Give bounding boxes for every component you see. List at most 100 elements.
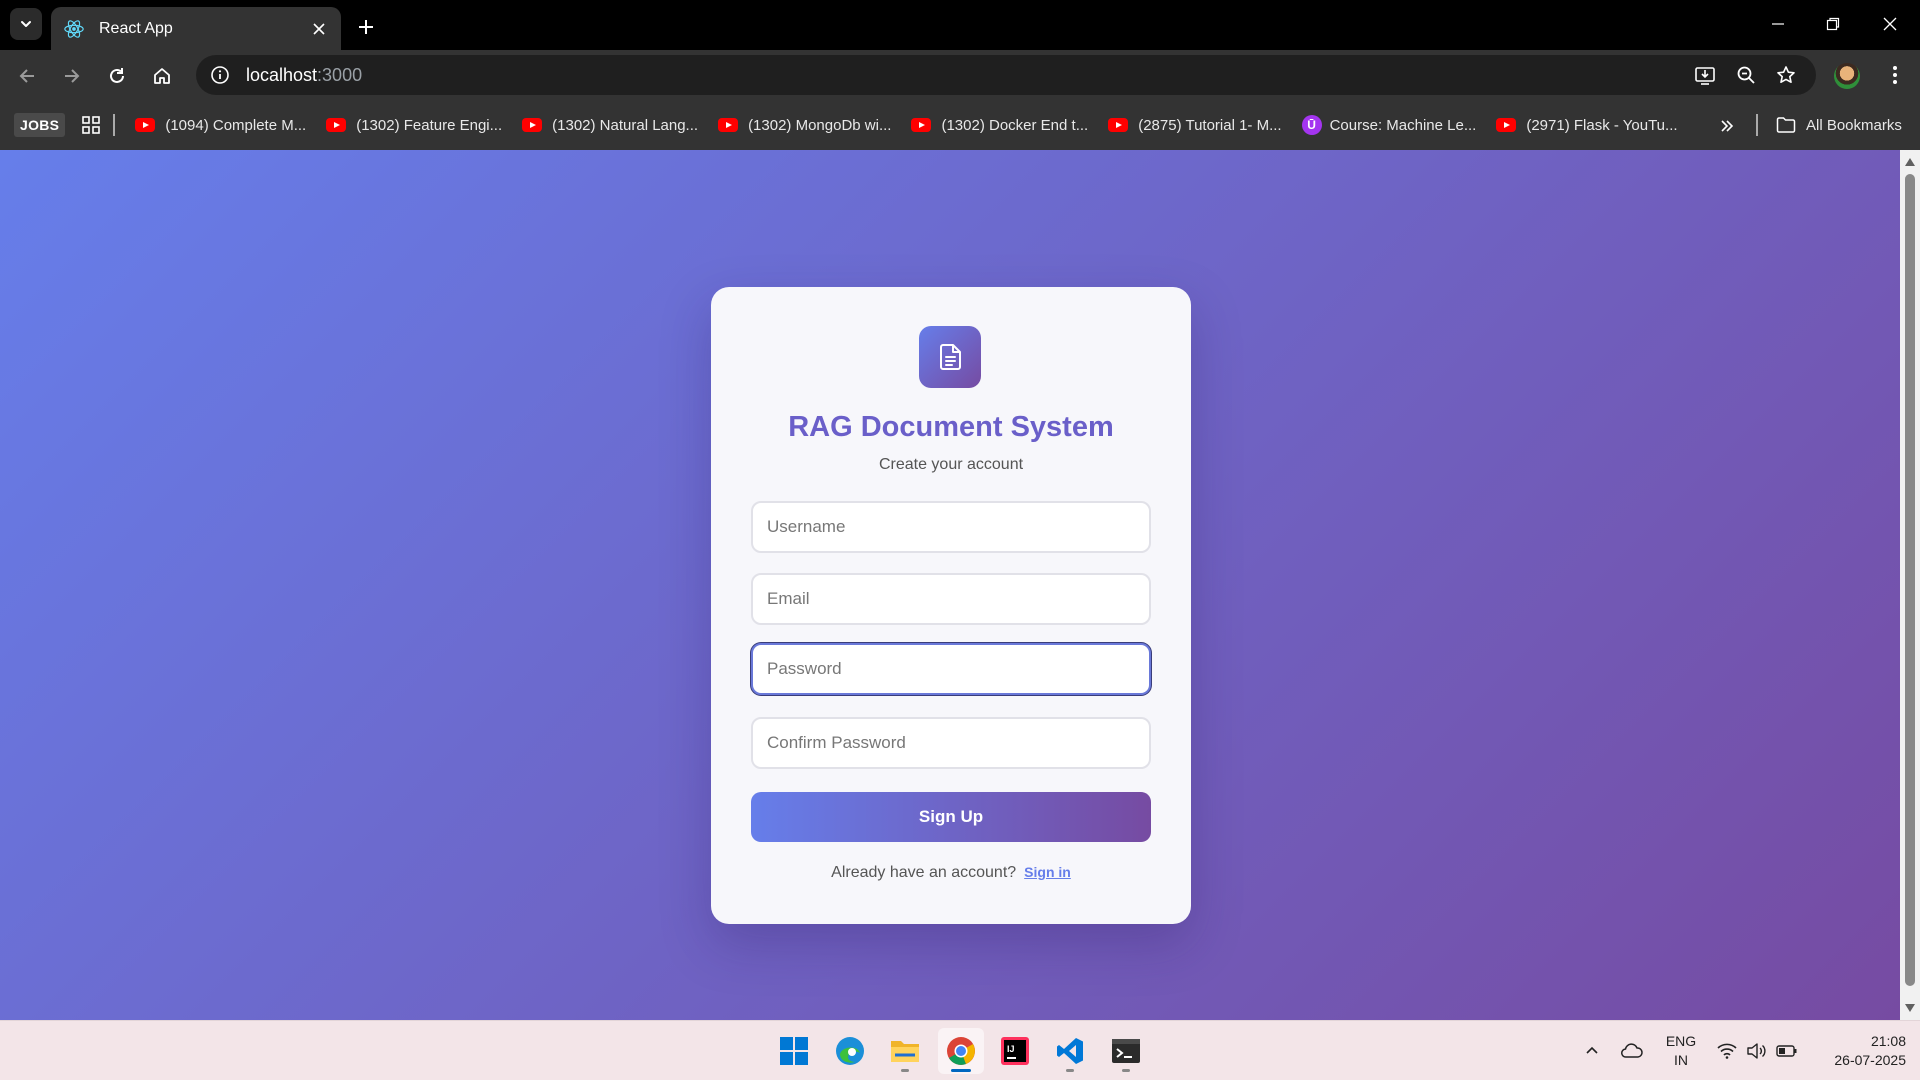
youtube-icon [135,118,156,132]
username-field[interactable] [751,501,1151,553]
home-button[interactable] [145,59,179,93]
youtube-icon [1496,118,1517,132]
edge-icon [836,1037,864,1065]
start-button[interactable] [771,1028,817,1074]
info-icon [211,66,229,84]
show-hidden-icons-button[interactable] [1580,1039,1604,1063]
more-vertical-icon [1893,66,1897,84]
bookmark-item[interactable]: (1302) Feature Engi... [320,110,508,140]
running-indicator [1122,1069,1130,1072]
volume-tray-button[interactable] [1744,1039,1768,1063]
input-language-indicator[interactable]: ENG IN [1660,1032,1702,1070]
forward-button[interactable] [55,59,89,93]
sign-up-button[interactable]: Sign Up [751,792,1151,842]
bookmarks-divider [113,114,116,136]
system-clock[interactable]: 21:08 26-07-2025 [1810,1032,1906,1070]
bookmarks-bar: JOBS (1094) Complete M... (1302) Feature… [0,100,1920,150]
bookmark-label: (2971) Flask - YouTu... [1526,116,1678,134]
minimize-button[interactable] [1758,8,1798,40]
confirm-password-field[interactable] [751,717,1151,769]
reload-button[interactable] [100,59,134,93]
clock-time: 21:08 [1870,1033,1906,1049]
scroll-thumb[interactable] [1905,174,1915,986]
browser-menu-button[interactable] [1880,60,1910,90]
install-icon [1695,67,1715,85]
reload-icon [110,68,124,83]
youtube-icon [1108,118,1129,132]
cloud-icon [1621,1043,1643,1058]
edge-taskbar-button[interactable] [827,1028,873,1074]
bookmark-item[interactable]: (2971) Flask - YouTu... [1490,110,1683,140]
all-bookmarks-button[interactable]: All Bookmarks [1776,110,1902,140]
plus-icon [359,20,373,34]
home-icon [154,68,170,84]
chevron-down-icon [21,21,31,27]
arrow-left-icon [19,69,34,83]
page-scrollbar[interactable] [1900,150,1920,1020]
profile-avatar[interactable] [1834,63,1860,89]
youtube-icon [911,118,932,132]
bookmark-item[interactable]: (1302) MongoDb wi... [712,110,897,140]
restore-icon [1826,17,1840,31]
terminal-taskbar-button[interactable] [1103,1028,1149,1074]
bookmark-label: (1302) Docker End t... [941,116,1089,134]
youtube-icon [522,118,543,132]
scroll-up-arrow[interactable] [1905,158,1915,166]
udemy-icon: Ū [1301,115,1322,135]
password-field[interactable] [751,643,1151,695]
file-explorer-taskbar-button[interactable] [882,1028,928,1074]
battery-tray-button[interactable] [1775,1039,1799,1063]
signup-card: RAG Document System Create your account … [711,287,1191,924]
onedrive-tray-button[interactable] [1620,1039,1644,1063]
url-text: localhost:3000 [246,65,362,86]
tab-close-button[interactable] [307,17,331,41]
bookmark-label: (1094) Complete M... [165,116,307,134]
new-tab-button[interactable] [351,12,381,42]
minimize-icon [1772,23,1784,25]
install-app-button[interactable] [1691,61,1719,89]
restore-button[interactable] [1813,8,1853,40]
language-code: ENG [1665,1033,1697,1049]
intellij-taskbar-button[interactable]: IJ [992,1028,1038,1074]
bookmark-label: (2875) Tutorial 1- M... [1138,116,1282,134]
bookmark-jobs[interactable]: JOBS [14,113,66,137]
bookmark-label: (1302) Natural Lang... [552,116,699,134]
bookmark-item[interactable]: (1302) Docker End t... [905,110,1094,140]
close-icon [1883,17,1897,31]
vscode-taskbar-button[interactable] [1047,1028,1093,1074]
arrow-right-icon [65,69,80,83]
close-window-button[interactable] [1870,8,1910,40]
address-bar[interactable]: localhost:3000 [196,55,1816,95]
svg-text:IJ: IJ [1007,1044,1015,1054]
folder-icon [1776,117,1796,133]
bookmark-item[interactable]: (1094) Complete M... [129,110,312,140]
back-button[interactable] [10,59,44,93]
browser-tab[interactable]: React App [51,7,341,50]
bookmark-item[interactable]: Ū Course: Machine Le... [1296,110,1483,140]
chrome-taskbar-button[interactable] [938,1028,984,1074]
signin-row: Already have an account? Sign in [711,864,1191,882]
running-indicator [1066,1069,1074,1072]
bookmark-label: (1302) MongoDb wi... [748,116,892,134]
url-host: localhost [246,64,318,85]
email-field[interactable] [751,573,1151,625]
apps-button[interactable] [79,113,103,137]
bookmark-item[interactable]: (2875) Tutorial 1- M... [1102,110,1287,140]
all-bookmarks-label: All Bookmarks [1806,116,1902,134]
site-info-button[interactable] [206,61,234,89]
document-icon [940,344,961,370]
wifi-tray-button[interactable] [1715,1039,1739,1063]
bookmarks-divider [1756,114,1758,136]
double-chevron-right-icon [1721,120,1734,132]
sign-in-link[interactable]: Sign in [1024,864,1071,880]
tab-search-button[interactable] [10,8,42,40]
bookmark-star-button[interactable] [1772,61,1800,89]
windows-icon [780,1037,808,1065]
chrome-icon [947,1037,975,1065]
youtube-icon [326,118,347,132]
bookmark-item[interactable]: (1302) Natural Lang... [516,110,704,140]
zoom-button[interactable] [1732,61,1760,89]
star-icon [1777,66,1795,83]
more-bookmarks-button[interactable] [1714,113,1740,139]
scroll-down-arrow[interactable] [1905,1004,1915,1012]
